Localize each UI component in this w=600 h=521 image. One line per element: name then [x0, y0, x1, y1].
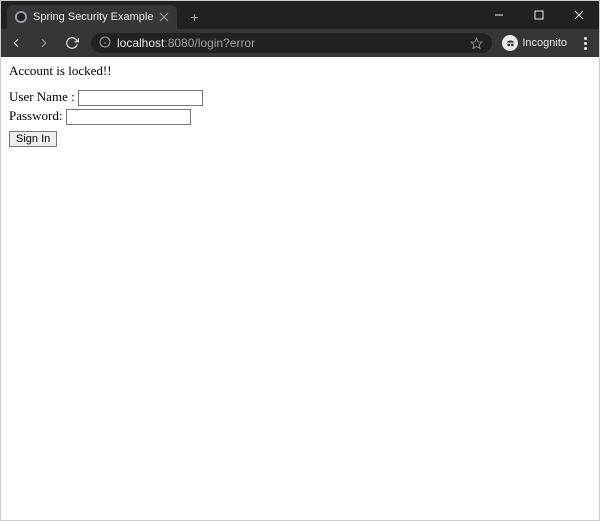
password-row: Password: — [9, 108, 591, 125]
url-text: localhost:8080/login?error — [117, 36, 255, 50]
sign-in-button[interactable]: Sign In — [9, 131, 57, 147]
password-label: Password: — [9, 108, 62, 123]
reload-button[interactable] — [63, 34, 81, 52]
username-label: User Name : — [9, 89, 75, 104]
address-bar[interactable]: localhost:8080/login?error — [91, 33, 492, 53]
kebab-menu-icon[interactable] — [577, 37, 593, 50]
tab-title: Spring Security Example — [33, 11, 153, 23]
new-tab-button[interactable]: + — [185, 8, 203, 26]
password-input[interactable] — [66, 109, 191, 125]
window-controls — [479, 1, 599, 29]
username-row: User Name : — [9, 89, 591, 106]
url-path: /login?error — [194, 36, 255, 50]
bookmark-star-icon[interactable] — [468, 37, 484, 50]
incognito-indicator[interactable]: Incognito — [502, 35, 567, 51]
url-host: localhost — [117, 36, 164, 50]
minimize-button[interactable] — [479, 1, 519, 29]
browser-tab[interactable]: Spring Security Example — [7, 5, 177, 29]
error-message: Account is locked!! — [9, 63, 591, 79]
maximize-button[interactable] — [519, 1, 559, 29]
username-input[interactable] — [78, 90, 203, 106]
close-window-button[interactable] — [559, 1, 599, 29]
incognito-label: Incognito — [522, 37, 567, 49]
window-titlebar: Spring Security Example + — [1, 1, 599, 29]
close-icon[interactable] — [159, 12, 169, 22]
browser-toolbar: localhost:8080/login?error Incognito — [1, 29, 599, 57]
globe-icon — [15, 11, 27, 23]
page-content: Account is locked!! User Name : Password… — [1, 57, 599, 153]
forward-button[interactable] — [35, 34, 53, 52]
incognito-icon — [502, 35, 518, 51]
back-button[interactable] — [7, 34, 25, 52]
url-port: :8080 — [164, 36, 194, 50]
site-info-icon[interactable] — [99, 36, 111, 51]
login-form: User Name : Password: Sign In — [9, 89, 591, 147]
